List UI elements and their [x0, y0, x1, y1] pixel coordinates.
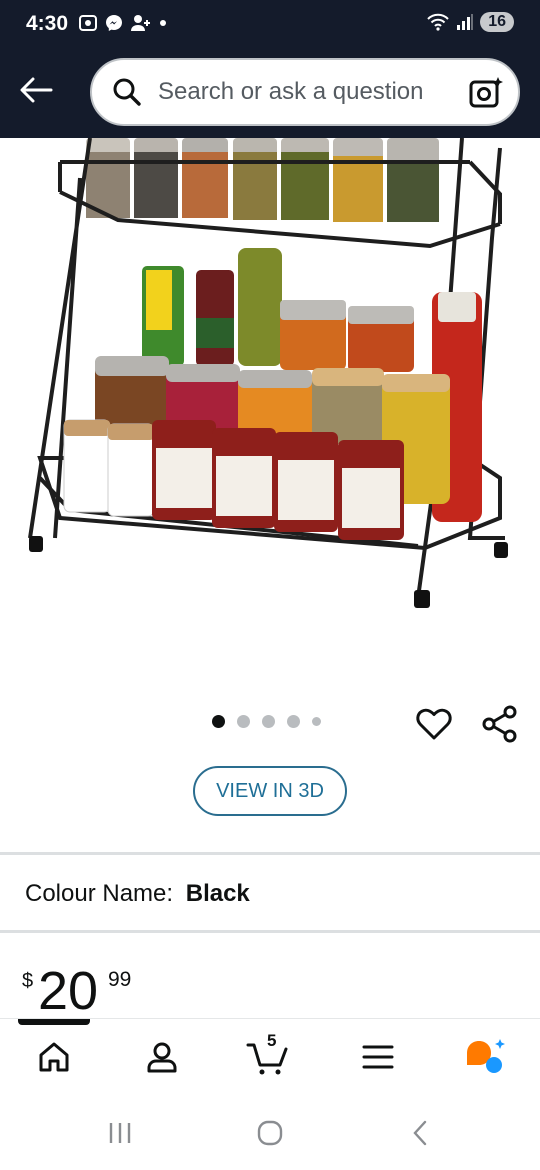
home-icon: [39, 1042, 69, 1072]
view-in-3d-button[interactable]: VIEW IN 3D: [193, 766, 347, 816]
arrow-left-icon: [20, 77, 53, 103]
search-icon: [110, 75, 144, 109]
notification-icons: [78, 13, 168, 33]
search-input[interactable]: Search or ask a question: [158, 78, 424, 106]
carousel-dot[interactable]: [312, 717, 321, 726]
carousel-dot[interactable]: [212, 715, 225, 728]
rufus-assistant-icon: [467, 1039, 505, 1073]
spice-rack-illustration: [28, 138, 508, 608]
carousel-dot[interactable]: [262, 715, 275, 728]
signal-icon: [457, 14, 474, 30]
chevron-left-icon: [413, 1120, 427, 1146]
nav-menu[interactable]: [356, 1035, 400, 1079]
divider: [0, 930, 540, 933]
person-add-icon: [131, 15, 150, 31]
system-status-icons: 16: [426, 12, 514, 32]
back-button[interactable]: [12, 68, 60, 112]
dot-icon: [160, 20, 166, 26]
camera-search-icon[interactable]: [468, 75, 504, 111]
lower-shelf-items: [63, 248, 482, 540]
product-image[interactable]: [0, 138, 540, 678]
nav-rufus-assistant[interactable]: [464, 1035, 508, 1079]
wifi-icon: [427, 13, 449, 31]
account-icon: [147, 1042, 177, 1073]
price-symbol: $: [22, 970, 34, 992]
home-system-button[interactable]: [250, 1115, 290, 1151]
app-header: Search or ask a question: [0, 52, 540, 138]
carousel-dot[interactable]: [287, 715, 300, 728]
nav-account[interactable]: [140, 1035, 184, 1079]
cart-count: 5: [267, 1031, 277, 1050]
messenger-icon: [106, 15, 122, 31]
bottom-navigation: 5: [0, 1018, 540, 1093]
menu-icon: [362, 1045, 394, 1069]
system-navigation-bar: [0, 1093, 540, 1170]
image-carousel-controls: [0, 700, 540, 744]
nav-cart[interactable]: 5: [246, 1031, 290, 1079]
nav-home[interactable]: [32, 1035, 76, 1079]
active-tab-indicator: [18, 1019, 90, 1025]
price-whole: 20: [38, 961, 99, 1021]
colour-label: Colour Name:: [25, 880, 174, 907]
status-time: 4:30: [26, 12, 69, 35]
home-circle-icon: [257, 1120, 283, 1146]
status-bar: 4:30 16: [0, 0, 540, 52]
search-bar[interactable]: Search or ask a question: [90, 58, 520, 126]
back-system-button[interactable]: [400, 1115, 440, 1151]
battery-level: 16: [480, 12, 514, 32]
recent-apps-icon: [109, 1123, 131, 1143]
carousel-dot[interactable]: [237, 715, 250, 728]
colour-selector[interactable]: Colour Name: Black: [25, 880, 250, 908]
recent-apps-button[interactable]: [100, 1115, 140, 1151]
rack-feet: [29, 536, 508, 608]
colour-value: Black: [185, 880, 250, 907]
carousel-dots[interactable]: [212, 715, 321, 728]
share-icon[interactable]: [480, 704, 520, 744]
divider: [0, 852, 540, 855]
heart-icon[interactable]: [414, 704, 454, 744]
price-fraction: 99: [108, 968, 132, 991]
screenshot-icon: [79, 15, 97, 31]
upper-shelf-jars: [86, 138, 439, 222]
